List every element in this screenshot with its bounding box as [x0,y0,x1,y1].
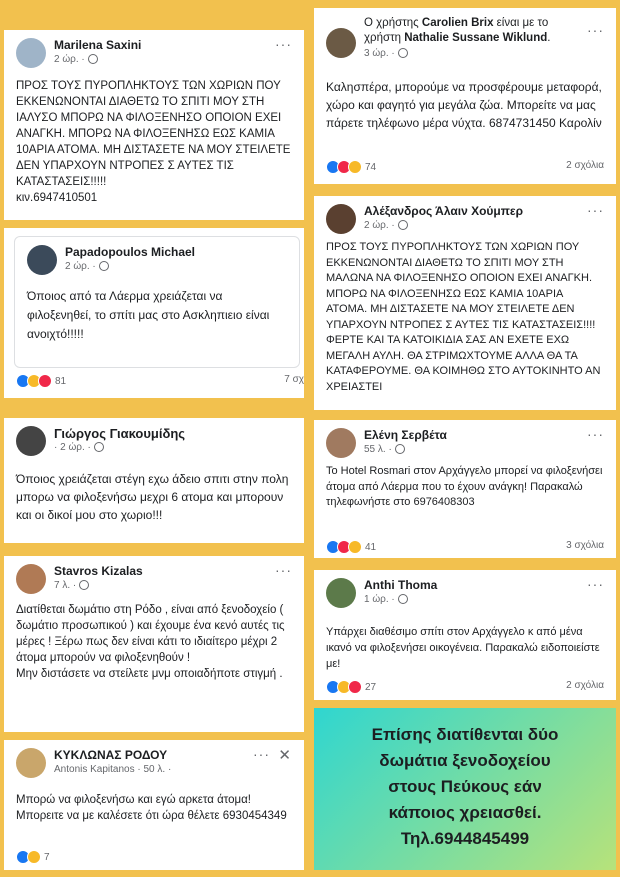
avatar[interactable] [16,426,46,456]
author-name[interactable]: Papadopoulos Michael [65,245,195,259]
tagged-name[interactable]: Nathalie Sussane Wiklund [404,32,547,44]
globe-icon [98,261,109,272]
globe-icon [93,442,104,453]
comment-count[interactable]: 3 σχόλια [566,540,604,551]
post-time: 2 ώρ. · [65,261,96,272]
haha-icon [348,540,362,554]
post-phone: κιν.6947410501 [16,192,98,204]
more-options-icon[interactable]: ··· [253,746,270,762]
post-card-stavros: Stavros Kizalas 7 λ. · ··· Διατίθεται δω… [4,556,304,732]
love-icon [38,374,52,388]
globe-icon [79,580,90,591]
banner-line-1: Επίσης διατίθενται δύο [371,725,559,744]
more-options-icon[interactable]: ··· [587,202,604,218]
group-name[interactable]: ΚΥΚΛΩΝΑΣ ΡΟΔΟΥ [54,748,167,762]
avatar[interactable] [16,564,46,594]
comment-count[interactable]: 2 σχόλια [566,680,604,691]
more-options-icon[interactable]: ··· [587,576,604,592]
reaction-count: 27 [365,681,377,693]
avatar[interactable] [326,28,356,58]
globe-icon [394,444,405,455]
globe-icon [397,220,408,231]
post-time: · 2 ώρ. · [54,442,91,453]
reactions-bar[interactable]: 74 [326,160,376,174]
post-text: ΠΡΟΣ ΤΟΥΣ ΠΥΡΟΠΛΗΚΤΟΥΣ ΤΩΝ ΧΩΡΙΩΝ ΠΟΥ ΕΚ… [16,80,291,188]
reaction-count: 41 [365,541,377,553]
haha-icon [348,160,362,174]
post-card-carolien: Ο χρήστης Carolien Brix είναι με το χρήσ… [314,8,616,184]
more-options-icon[interactable]: ··· [275,562,292,578]
comment-count[interactable]: 2 σχόλια [566,160,604,171]
more-options-icon[interactable]: ··· [587,22,604,38]
author-name[interactable]: Stavros Kizalas [54,564,143,578]
author-name[interactable]: Γιώργος Γιακουμίδης [54,426,185,441]
author-name[interactable]: Anthi Thoma [364,578,437,592]
post-text-2: Μην διστάσετε να στείλετε μνμ οποιαδήποτ… [16,668,283,680]
post-card-giorgos: Γιώργος Γιακουμίδης · 2 ώρ. · Όποιος χρε… [4,418,304,543]
haha-icon [27,850,41,864]
post-text: Το Hotel Rosmari στον Αρχάγγελο μπορεί ν… [326,465,603,508]
avatar[interactable] [326,578,356,608]
reactions-bar[interactable]: 7 [16,850,50,864]
author-name[interactable]: Carolien Brix [422,17,494,29]
banner-line-2: δωμάτια ξενοδοχείου [379,751,551,770]
post-time: 2 ώρ. · [364,220,395,231]
reaction-count: 74 [365,161,377,173]
avatar[interactable] [16,38,46,68]
more-options-icon[interactable]: ··· [587,426,604,442]
author-line: Ο χρήστης Carolien Brix είναι με το χρήσ… [364,17,551,44]
post-card-alexandros: Αλέξανδρος Άλαιν Χούμπερ 2 ώρ. · ··· ΠΡΟ… [314,196,616,410]
reactions-bar[interactable]: 81 [16,374,66,388]
post-card-papadopoulos: Papadopoulos Michael 2 ώρ. · Όποιος από … [4,228,304,398]
banner-phone: Τηλ.6944845499 [400,829,530,848]
reaction-count: 7 [44,851,50,863]
comment-count[interactable]: 7 σχ [284,374,304,385]
post-card-anthi: Anthi Thoma 1 ώρ. · ··· Υπάρχει διαθέσιμ… [314,570,616,700]
close-icon[interactable]: ✕ [278,746,292,764]
avatar[interactable] [27,245,57,275]
post-text: Όποιος χρειάζεται στέγη εχω άδειο σπιτι … [16,472,289,522]
post-time: 55 λ. · [364,444,392,455]
announcement-banner: Επίσης διατίθενται δύο δωμάτια ξενοδοχεί… [314,708,616,870]
reactions-bar[interactable]: 41 [326,540,376,554]
more-options-icon[interactable]: ··· [275,36,292,52]
globe-icon [397,48,408,59]
avatar[interactable] [326,204,356,234]
globe-icon [87,54,98,65]
post-text: ΠΡΟΣ ΤΟΥΣ ΠΥΡΟΠΛΗΚΤΟΥΣ ΤΩΝ ΧΩΡΙΩΝ ΠΟΥ ΕΚ… [326,241,601,393]
post-text: Διατίθεται δωμάτιο στη Ρόδο , είναι από … [16,604,285,664]
post-text: Υπάρχει διαθέσιμο σπίτι στον Αρχάγγελο κ… [326,626,600,670]
avatar[interactable] [326,428,356,458]
author-name[interactable]: Ελένη Σερβέτα [364,428,447,442]
reaction-count: 81 [55,375,67,387]
post-time: 1 ώρ. · [364,594,395,605]
avatar[interactable] [16,748,46,778]
post-card-kyklonas: ΚΥΚΛΩΝΑΣ ΡΟΔΟΥ Antonis Kapitanos · 50 λ.… [4,740,304,870]
post-text: Καλησπέρα, μπορούμε να προσφέρουμε μεταφ… [326,80,602,130]
post-text: Μπορώ να φιλοξενήσω και εγώ αρκετα άτομα… [16,794,287,822]
author-name[interactable]: Αλέξανδρος Άλαιν Χούμπερ [364,204,523,218]
post-time: 7 λ. · [54,580,77,591]
post-text: Όποιος από τα Λάερμα χρειάζεται να φιλοξ… [27,289,270,341]
banner-line-3: στους Πεύκους εάν [388,777,542,796]
post-card-marilena: Marilena Saxini 2 ώρ. · ··· ΠΡΟΣ ΤΟΥΣ ΠΥ… [4,30,304,220]
post-time: 3 ώρ. · [364,48,395,59]
author-name[interactable]: Marilena Saxini [54,38,141,52]
love-icon [348,680,362,694]
globe-icon [397,594,408,605]
post-card-eleni: Ελένη Σερβέτα 55 λ. · ··· Το Hotel Rosma… [314,420,616,558]
post-author-time: Antonis Kapitanos · 50 λ. · [54,764,172,775]
post-time: 2 ώρ. · [54,54,85,65]
reactions-bar[interactable]: 27 [326,680,376,694]
banner-line-4: κάποιος χρειασθεί. [388,803,542,822]
